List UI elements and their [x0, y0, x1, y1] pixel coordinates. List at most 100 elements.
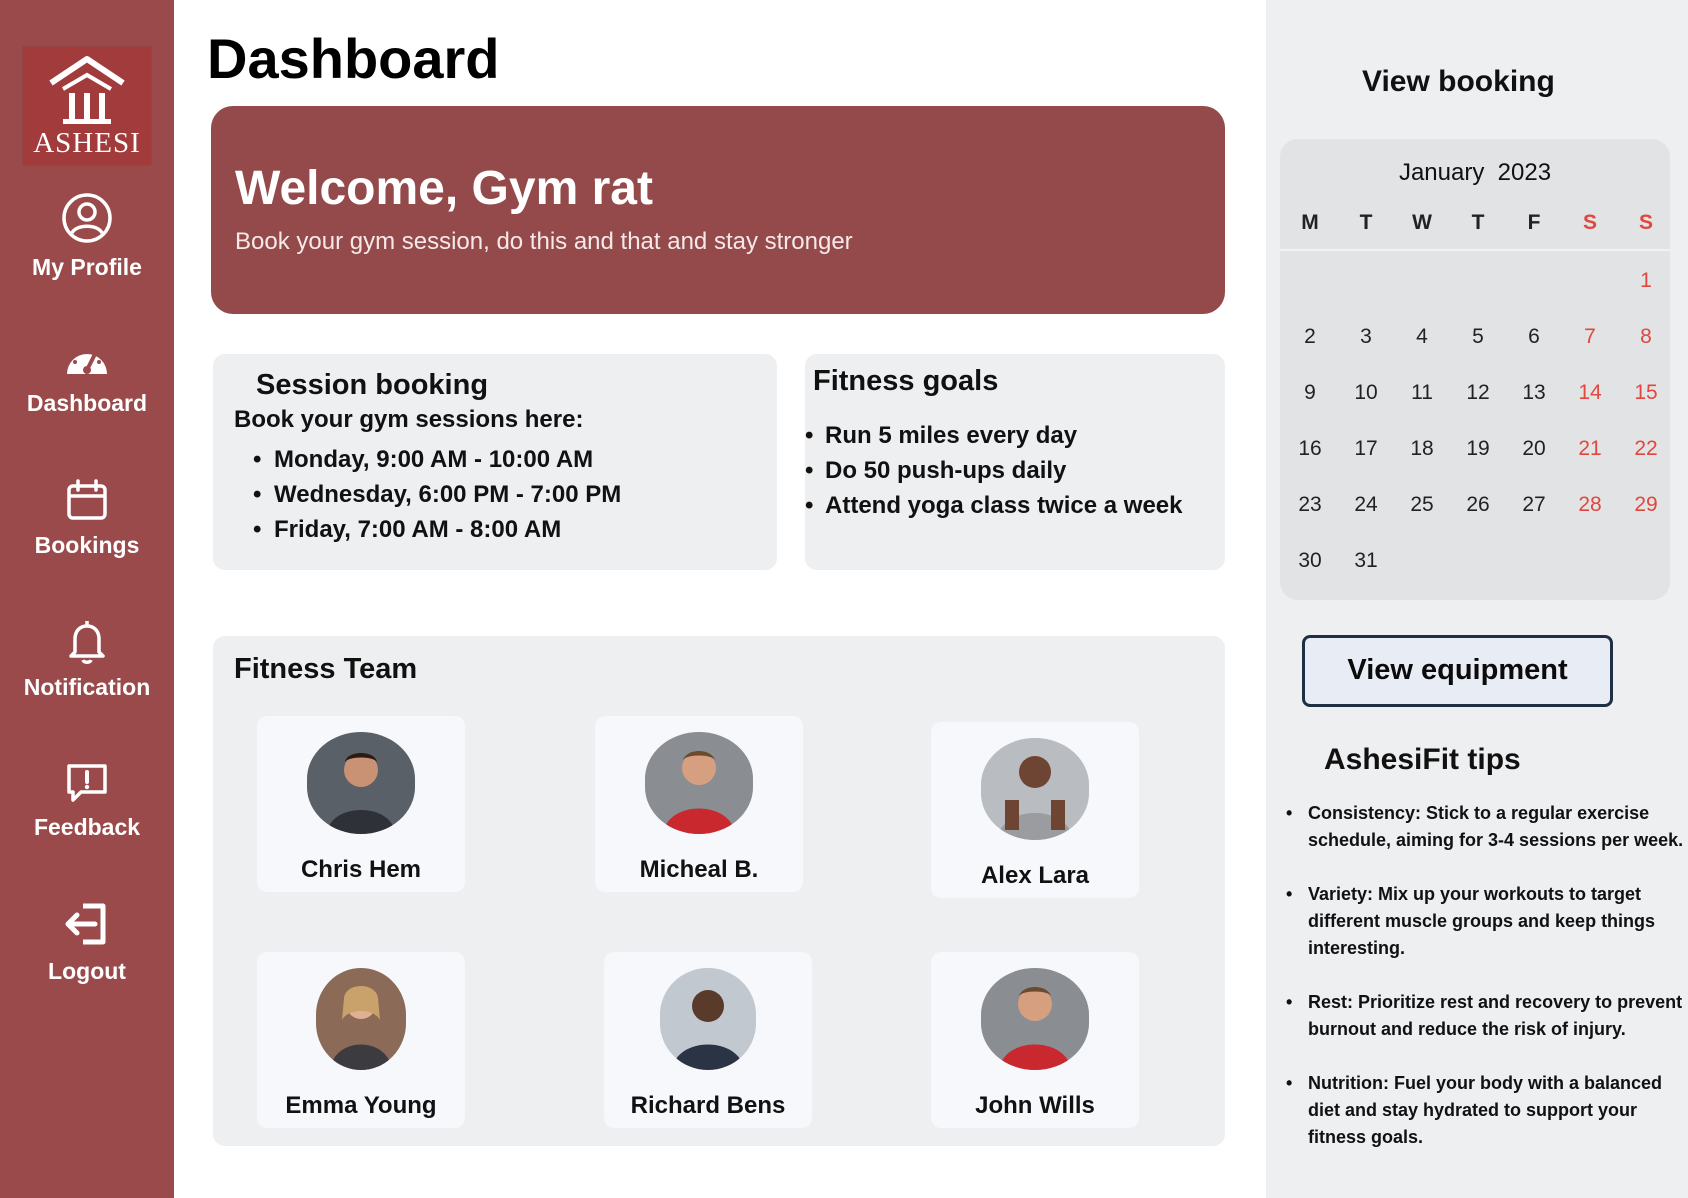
tip-item: Consistency: Stick to a regular exercise…: [1286, 800, 1686, 854]
session-booking-title: Session booking: [256, 369, 489, 401]
calendar-day[interactable]: 5: [1450, 325, 1506, 349]
calendar-grid: M T W T F S S 1 2 3 4 5 6 7 8 9 10 11 12 13 14 15 16 17 18 19 20 21…: [1280, 139, 1670, 600]
team-member-card[interactable]: John Wills: [931, 952, 1139, 1128]
welcome-subtitle: Book your gym session, do this and that …: [235, 228, 853, 255]
avatar: [645, 732, 753, 834]
team-member-name: Emma Young: [285, 1092, 437, 1119]
calendar-day[interactable]: 16: [1282, 437, 1338, 461]
fitness-goal-item: Do 50 push-ups daily: [825, 453, 1182, 488]
team-member-name: Micheal B.: [639, 856, 759, 883]
calendar-day[interactable]: 27: [1506, 493, 1562, 517]
calendar-day[interactable]: 9: [1282, 381, 1338, 405]
fitness-goal-item: Attend yoga class twice a week: [825, 488, 1182, 523]
calendar-day[interactable]: 3: [1338, 325, 1394, 349]
calendar-day[interactable]: 28: [1562, 493, 1618, 517]
calendar-day[interactable]: 17: [1338, 437, 1394, 461]
gauge-icon: [67, 350, 107, 374]
calendar: January 2023 M T W T F S S 1 2 3 4 5 6 7 8 9 10 11 12 13 14 1…: [1280, 139, 1670, 600]
calendar-day[interactable]: 1: [1618, 269, 1674, 293]
session-slot-list: Monday, 9:00 AM - 10:00 AM Wednesday, 6:…: [253, 442, 621, 547]
sidebar-item-notification[interactable]: Notification: [0, 618, 174, 701]
sidebar-item-label: Logout: [48, 958, 126, 984]
team-member-card[interactable]: Emma Young: [257, 952, 465, 1128]
feedback-icon: [67, 764, 107, 802]
team-member-card[interactable]: Richard Bens: [604, 952, 812, 1128]
calendar-weekday-label: T: [1471, 211, 1485, 234]
team-member-name: Alex Lara: [980, 862, 1090, 889]
avatar: [307, 732, 415, 834]
ashesi-logo[interactable]: ASHESI: [23, 47, 151, 165]
calendar-day[interactable]: 30: [1282, 549, 1338, 573]
session-slot[interactable]: Wednesday, 6:00 PM - 7:00 PM: [274, 477, 621, 512]
sidebar-item-logout[interactable]: Logout: [0, 900, 174, 985]
team-member-name: Richard Bens: [630, 1092, 786, 1119]
tips-title: AshesiFit tips: [1324, 743, 1521, 776]
calendar-day[interactable]: 13: [1506, 381, 1562, 405]
avatar: [981, 968, 1089, 1070]
team-member-card[interactable]: Micheal B.: [595, 716, 803, 892]
calendar-day[interactable]: 24: [1338, 493, 1394, 517]
calendar-weekday-label: S: [1638, 211, 1653, 234]
calendar-day[interactable]: 18: [1394, 437, 1450, 461]
fitness-goals-title: Fitness goals: [813, 365, 999, 397]
page-title: Dashboard: [207, 27, 500, 90]
team-member-name: John Wills: [975, 1092, 1095, 1119]
calendar-day[interactable]: 14: [1562, 381, 1618, 405]
calendar-day[interactable]: 22: [1618, 437, 1674, 461]
team-member-card[interactable]: Chris Hem: [257, 716, 465, 892]
user-circle-icon: [62, 193, 112, 243]
avatar: [316, 968, 406, 1070]
calendar-weekday-label: S: [1582, 211, 1597, 234]
calendar-day[interactable]: 10: [1338, 381, 1394, 405]
team-member-card[interactable]: Alex Lara: [931, 722, 1139, 898]
calendar-day[interactable]: 31: [1338, 549, 1394, 573]
fitness-goals-card: Fitness goals Run 5 miles every day Do 5…: [805, 354, 1225, 570]
calendar-day[interactable]: 23: [1282, 493, 1338, 517]
avatar: [981, 738, 1089, 840]
tips-list: Consistency: Stick to a regular exercise…: [1286, 800, 1686, 1178]
tip-item: Rest: Prioritize rest and recovery to pr…: [1286, 989, 1686, 1043]
sidebar-item-dashboard[interactable]: Dashboard: [0, 338, 174, 417]
calendar-day[interactable]: 11: [1394, 381, 1450, 405]
calendar-day[interactable]: 8: [1618, 325, 1674, 349]
fitness-goal-item: Run 5 miles every day: [825, 418, 1182, 453]
session-booking-intro: Book your gym sessions here:: [234, 406, 584, 433]
calendar-day[interactable]: 25: [1394, 493, 1450, 517]
session-slot[interactable]: Monday, 9:00 AM - 10:00 AM: [274, 442, 621, 477]
sidebar-item-bookings[interactable]: Bookings: [0, 478, 174, 559]
right-panel: View booking January 2023 MTWTFSS1234567…: [1266, 0, 1688, 1198]
logo-text: ASHESI: [33, 127, 141, 159]
sidebar-item-label: My Profile: [32, 254, 142, 280]
fitness-team-card: Fitness Team Chris Hem Micheal B. Alex L…: [213, 636, 1225, 1146]
calendar-day[interactable]: 12: [1450, 381, 1506, 405]
team-member-name: Chris Hem: [300, 856, 422, 883]
calendar-day[interactable]: 21: [1562, 437, 1618, 461]
sidebar-item-my-profile[interactable]: My Profile: [0, 192, 174, 281]
welcome-title: Welcome, Gym rat: [235, 162, 653, 215]
tip-item: Variety: Mix up your workouts to target …: [1286, 881, 1686, 962]
sidebar-item-feedback[interactable]: Feedback: [0, 760, 174, 841]
calendar-day[interactable]: 7: [1562, 325, 1618, 349]
session-booking-card: Session booking Book your gym sessions h…: [213, 354, 777, 570]
calendar-weekday-label: F: [1527, 211, 1541, 234]
welcome-banner: Welcome, Gym rat Book your gym session, …: [211, 106, 1225, 314]
calendar-weekday-label: M: [1301, 211, 1319, 234]
calendar-day[interactable]: 4: [1394, 325, 1450, 349]
avatar: [660, 968, 756, 1070]
view-booking-title: View booking: [1362, 65, 1555, 98]
calendar-day[interactable]: 29: [1618, 493, 1674, 517]
view-equipment-button[interactable]: View equipment: [1302, 635, 1613, 707]
calendar-day[interactable]: 6: [1506, 325, 1562, 349]
sidebar: ASHESI My Profile Dashboard Bookings Not…: [0, 0, 174, 1198]
calendar-weekday-label: T: [1359, 211, 1373, 234]
calendar-day[interactable]: 2: [1282, 325, 1338, 349]
calendar-icon: [67, 479, 107, 520]
sidebar-item-label: Dashboard: [26, 390, 148, 416]
calendar-day[interactable]: 19: [1450, 437, 1506, 461]
calendar-day[interactable]: 20: [1506, 437, 1562, 461]
calendar-day[interactable]: 15: [1618, 381, 1674, 405]
calendar-weekday-label: W: [1412, 211, 1432, 234]
session-slot[interactable]: Friday, 7:00 AM - 8:00 AM: [274, 512, 621, 547]
calendar-day[interactable]: 26: [1450, 493, 1506, 517]
sidebar-item-label: Feedback: [33, 814, 141, 840]
